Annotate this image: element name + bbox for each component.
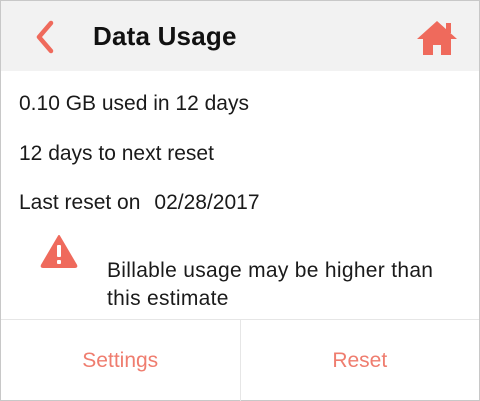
- warning-icon: [40, 234, 78, 268]
- page-title: Data Usage: [93, 21, 237, 51]
- home-button[interactable]: [415, 19, 459, 57]
- chevron-left-icon: [36, 20, 54, 54]
- settings-button[interactable]: Settings: [1, 320, 240, 401]
- reset-button[interactable]: Reset: [241, 320, 480, 401]
- data-used-text: 0.10 GB used in 12 days: [19, 92, 249, 115]
- last-reset-row: Last reset on 02/28/2017: [19, 190, 260, 216]
- back-button[interactable]: [29, 19, 63, 55]
- last-reset-label: Last reset on: [19, 191, 141, 214]
- next-reset-text: 12 days to next reset: [19, 142, 214, 165]
- header-bar: Data Usage: [1, 1, 479, 71]
- last-reset-date: 02/28/2017: [154, 191, 260, 214]
- home-icon: [417, 21, 457, 55]
- data-usage-screen: Data Usage 0.10 GB used in 12 days 12 da…: [0, 0, 480, 401]
- footer-bar: Settings Reset: [1, 319, 479, 401]
- warning-message: Billable usage may be higher than this e…: [107, 259, 434, 310]
